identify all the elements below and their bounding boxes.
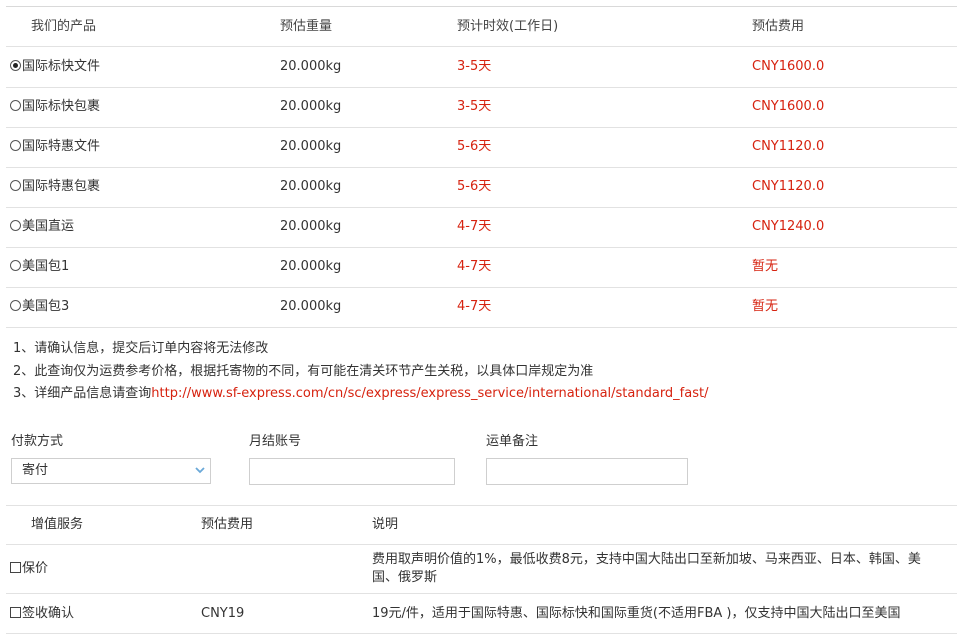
product-weight: 20.000kg xyxy=(280,259,342,274)
product-weight: 20.000kg xyxy=(280,139,342,154)
service-fee: CNY19 xyxy=(201,606,245,621)
product-weight: 20.000kg xyxy=(280,179,342,194)
product-name: 美国包1 xyxy=(22,259,70,274)
payment-method-value: 寄付 xyxy=(22,463,49,478)
note-confirm: 1、请确认信息，提交后订单内容将无法修改 xyxy=(13,341,269,356)
table-row[interactable]: 美国包1 20.000kg 4-7天 暂无 xyxy=(6,247,957,288)
product-time: 4-7天 xyxy=(457,299,492,314)
table-row[interactable]: 国际特惠文件 20.000kg 5-6天 CNY1120.0 xyxy=(6,127,957,168)
radio-icon[interactable] xyxy=(10,220,21,231)
product-option[interactable]: 美国包3 xyxy=(10,287,69,327)
header-service: 增值服务 xyxy=(31,517,84,532)
product-weight: 20.000kg xyxy=(280,59,342,74)
waybill-remark-input[interactable] xyxy=(486,458,688,485)
header-service-fee: 预估费用 xyxy=(201,517,254,532)
remark-label: 运单备注 xyxy=(486,434,539,449)
checkbox-icon[interactable] xyxy=(10,607,21,618)
product-weight: 20.000kg xyxy=(280,99,342,114)
product-option[interactable]: 国际特惠包裹 xyxy=(10,167,100,207)
product-fee: CNY1240.0 xyxy=(752,219,825,234)
product-time: 4-7天 xyxy=(457,259,492,274)
product-fee: CNY1120.0 xyxy=(752,179,825,194)
service-option[interactable]: 签收确认 xyxy=(10,594,74,633)
payment-label: 付款方式 xyxy=(11,434,64,449)
service-name: 保价 xyxy=(22,561,49,576)
service-row-insurance[interactable]: 保价 费用取声明价值的1%，最低收费8元，支持中国大陆出口至新加坡、马来西亚、日… xyxy=(6,545,957,594)
table-row[interactable]: 国际标快包裹 20.000kg 3-5天 CNY1600.0 xyxy=(6,87,957,128)
product-weight: 20.000kg xyxy=(280,219,342,234)
radio-icon[interactable] xyxy=(10,180,21,191)
checkbox-icon[interactable] xyxy=(10,562,21,573)
note-price-reference: 2、此查询仅为运费参考价格，根据托寄物的不同，有可能在清关环节产生关税，以具体口… xyxy=(13,363,594,379)
table-row[interactable]: 美国直运 20.000kg 4-7天 CNY1240.0 xyxy=(6,207,957,248)
product-name: 美国包3 xyxy=(22,299,70,314)
table-row[interactable]: 国际特惠包裹 20.000kg 5-6天 CNY1120.0 xyxy=(6,167,957,208)
monthly-account-input[interactable] xyxy=(249,458,455,485)
note-details-text: 3、详细产品信息请查询 xyxy=(13,386,152,401)
product-fee: CNY1600.0 xyxy=(752,59,825,74)
product-time: 4-7天 xyxy=(457,219,492,234)
product-fee: CNY1600.0 xyxy=(752,99,825,114)
service-name: 签收确认 xyxy=(22,606,75,621)
product-fee: CNY1120.0 xyxy=(752,139,825,154)
header-product: 我们的产品 xyxy=(31,19,97,34)
radio-icon[interactable] xyxy=(10,140,21,151)
note-details: 3、详细产品信息请查询http://www.sf-express.com/cn/… xyxy=(13,383,708,406)
product-weight: 20.000kg xyxy=(280,299,342,314)
product-option[interactable]: 美国直运 xyxy=(10,207,74,247)
table-row[interactable]: 美国包3 20.000kg 4-7天 暂无 xyxy=(6,287,957,328)
payment-method-select[interactable]: 寄付 xyxy=(11,458,211,484)
radio-icon[interactable] xyxy=(10,260,21,271)
value-added-header: 增值服务 预估费用 说明 xyxy=(6,506,957,545)
products-table-header: 我们的产品 预估重量 预计时效(工作日) 预估费用 xyxy=(6,7,957,47)
header-weight: 预估重量 xyxy=(280,19,333,34)
service-description: 费用取声明价值的1%，最低收费8元，支持中国大陆出口至新加坡、马来西亚、日本、韩… xyxy=(372,552,921,585)
product-option[interactable]: 国际标快包裹 xyxy=(10,87,100,127)
product-name: 国际标快包裹 xyxy=(22,99,101,114)
details-link[interactable]: http://www.sf-express.com/cn/sc/express/… xyxy=(151,386,708,401)
service-row-signature[interactable]: 签收确认 CNY19 19元/件，适用于国际特惠、国际标快和国际重货(不适用FB… xyxy=(6,594,957,634)
service-description: 19元/件，适用于国际特惠、国际标快和国际重货(不适用FBA )，仅支持中国大陆… xyxy=(372,606,901,621)
notes-block: 1、请确认信息，提交后订单内容将无法修改 2、此查询仅为运费参考价格，根据托寄物… xyxy=(13,338,708,406)
product-fee: 暂无 xyxy=(752,299,779,314)
product-fee: 暂无 xyxy=(752,259,779,274)
product-name: 国际特惠包裹 xyxy=(22,179,101,194)
table-row[interactable]: 国际标快文件 20.000kg 3-5天 CNY1600.0 xyxy=(6,47,957,88)
radio-icon[interactable] xyxy=(10,100,21,111)
chevron-down-icon xyxy=(195,467,205,474)
header-description: 说明 xyxy=(372,517,399,532)
radio-icon[interactable] xyxy=(10,300,21,311)
product-time: 5-6天 xyxy=(457,139,492,154)
product-time: 3-5天 xyxy=(457,59,492,74)
radio-selected-icon[interactable] xyxy=(10,60,21,71)
product-name: 国际标快文件 xyxy=(22,59,101,74)
account-label: 月结账号 xyxy=(249,434,302,449)
product-option[interactable]: 美国包1 xyxy=(10,247,69,287)
header-fee: 预估费用 xyxy=(752,19,805,34)
header-time: 预计时效(工作日) xyxy=(457,19,559,34)
product-option[interactable]: 国际标快文件 xyxy=(10,47,100,87)
product-name: 国际特惠文件 xyxy=(22,139,101,154)
product-name: 美国直运 xyxy=(22,219,75,234)
product-option[interactable]: 国际特惠文件 xyxy=(10,127,100,167)
product-time: 5-6天 xyxy=(457,179,492,194)
product-time: 3-5天 xyxy=(457,99,492,114)
service-option[interactable]: 保价 xyxy=(10,545,48,593)
